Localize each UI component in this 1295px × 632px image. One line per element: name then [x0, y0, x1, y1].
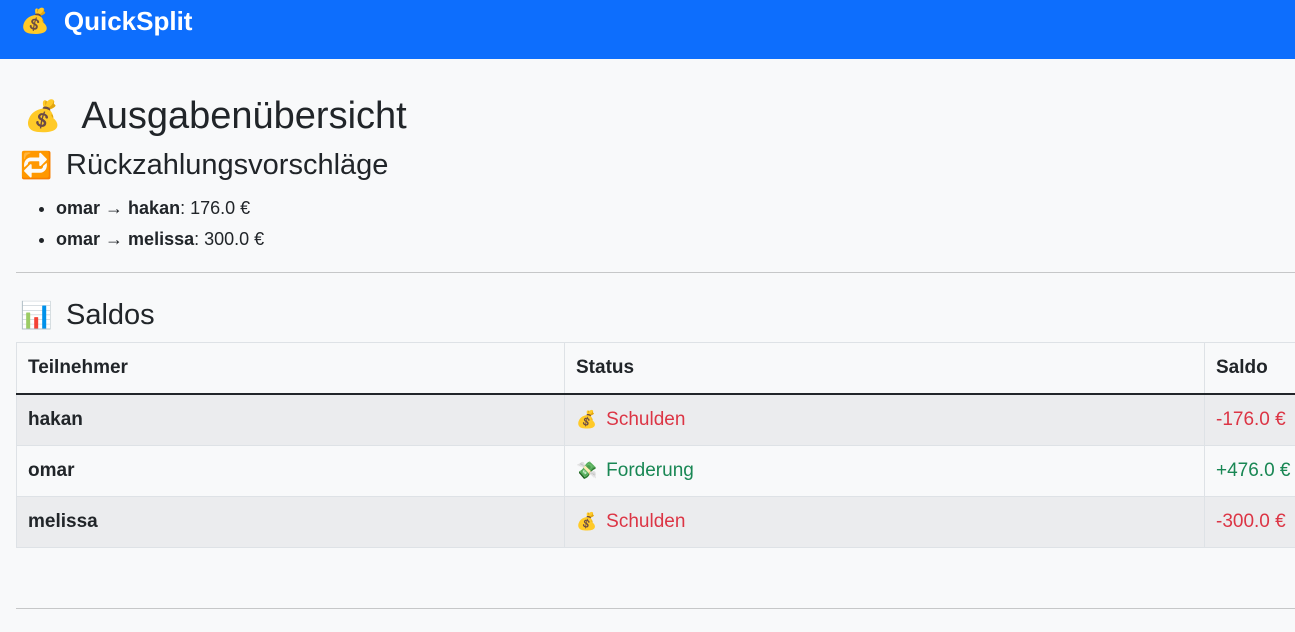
balance-value: +476.0 €: [1204, 445, 1295, 497]
table-row: hakan 💰 Schulden -176.0 €: [16, 393, 1295, 446]
participant-name: melissa: [16, 496, 565, 548]
bar-chart-icon: 📊: [20, 299, 53, 330]
payee-name: melissa: [128, 229, 195, 249]
refund-suggestions-title: 🔁 Rückzahlungsvorschläge: [20, 147, 1295, 183]
money-bag-icon: 💰: [576, 512, 598, 531]
money-bag-icon: 💰: [24, 99, 62, 133]
status-cell: 💰 Schulden: [564, 393, 1205, 446]
brand-name: QuickSplit: [63, 6, 193, 36]
refund-suggestions-title-text: Rückzahlungsvorschläge: [66, 148, 389, 181]
balance-value: -176.0 €: [1204, 393, 1295, 446]
section-divider: [16, 272, 1295, 273]
participant-name: hakan: [16, 393, 565, 446]
top-navbar: 💰 QuickSplit: [0, 0, 1295, 59]
table-row: melissa 💰 Schulden -300.0 €: [16, 496, 1295, 548]
participant-name: omar: [16, 445, 565, 497]
status-text: Schulden: [606, 409, 686, 430]
column-header-status: Status: [564, 342, 1205, 395]
column-header-balance: Saldo: [1204, 342, 1295, 395]
status-cell: 💰 Schulden: [564, 496, 1205, 548]
money-wings-icon: 💸: [576, 461, 598, 480]
payer-name: omar: [56, 229, 101, 249]
list-item: omar → melissa: 300.0 €: [56, 224, 1295, 255]
refund-amount: : 300.0 €: [194, 229, 265, 249]
money-bag-icon: 💰: [576, 410, 598, 429]
list-item: omar → hakan: 176.0 €: [56, 193, 1295, 224]
column-header-participant: Teilnehmer: [16, 342, 565, 395]
payer-name: omar: [56, 198, 101, 218]
balance-value: -300.0 €: [1204, 496, 1295, 548]
refund-amount: : 176.0 €: [180, 198, 251, 218]
brand-link[interactable]: 💰 QuickSplit: [20, 6, 192, 37]
repeat-icon: 🔁: [20, 149, 53, 180]
balances-title: 📊 Saldos: [20, 297, 1295, 333]
page-title-text: Ausgabenübersicht: [81, 94, 407, 137]
table-header-row: Teilnehmer Status Saldo: [16, 342, 1295, 395]
section-divider: [16, 608, 1295, 609]
status-cell: 💸 Forderung: [564, 445, 1205, 497]
money-bag-icon: 💰: [20, 8, 50, 35]
balances-table: Teilnehmer Status Saldo hakan 💰 Schulden …: [16, 342, 1295, 548]
page-title: 💰 Ausgabenübersicht: [24, 93, 1295, 139]
refund-suggestions-list: omar → hakan: 176.0 € omar → melissa: 30…: [16, 193, 1295, 255]
status-text: Forderung: [606, 460, 694, 481]
arrow-icon: →: [105, 229, 124, 249]
table-row: omar 💸 Forderung +476.0 €: [16, 445, 1295, 497]
payee-name: hakan: [128, 198, 181, 218]
arrow-icon: →: [105, 198, 124, 218]
status-text: Schulden: [606, 511, 686, 532]
balances-title-text: Saldos: [66, 298, 155, 331]
main-content: 💰 Ausgabenübersicht 🔁 Rückzahlungsvorsch…: [0, 93, 1295, 609]
